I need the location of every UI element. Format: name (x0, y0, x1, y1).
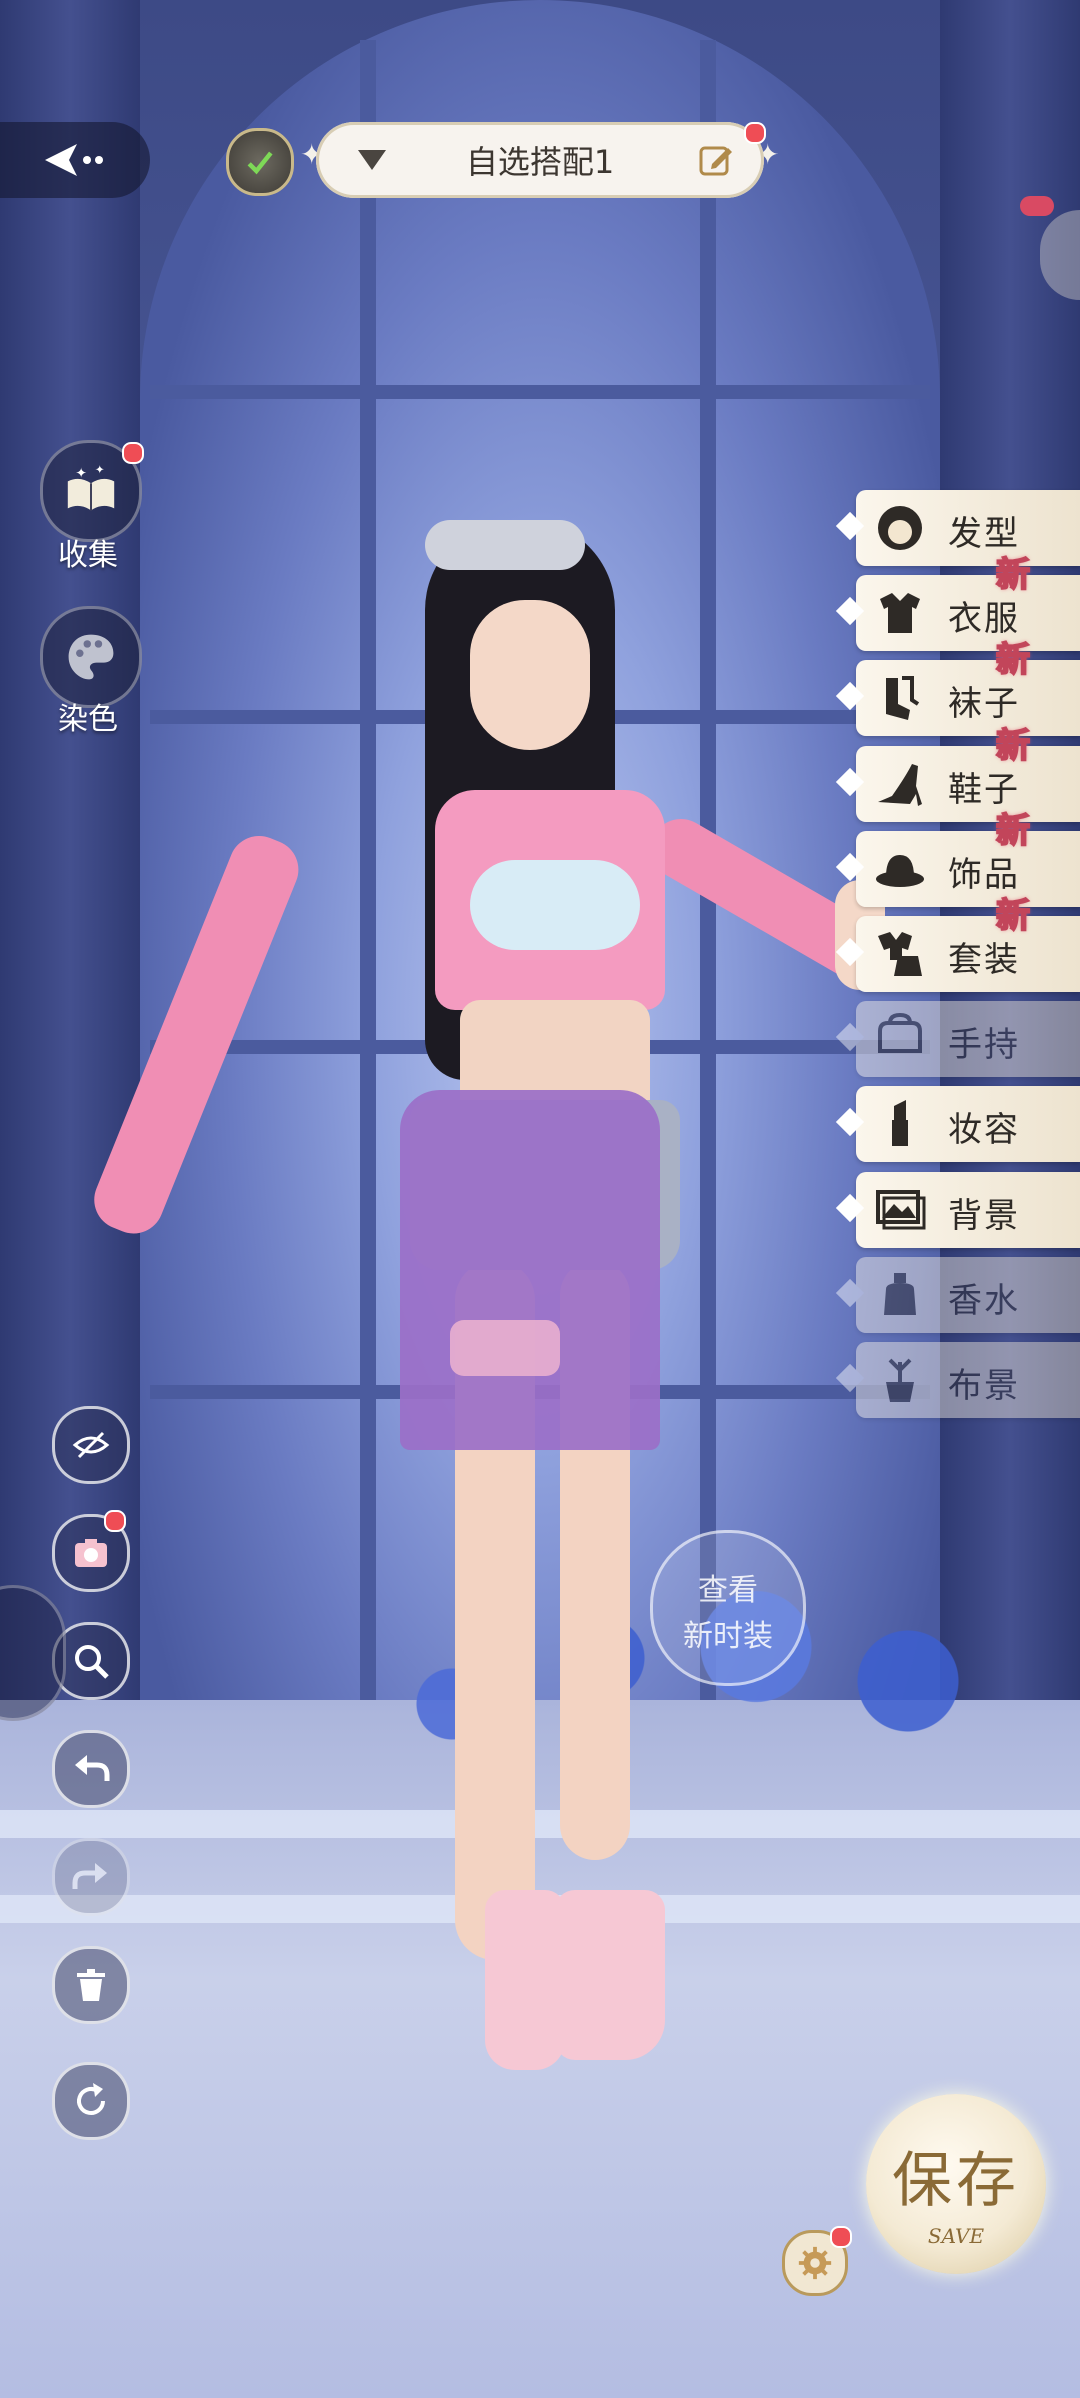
category-tab-accessory[interactable]: 饰品 (835, 831, 1080, 907)
notification-dot (744, 122, 766, 144)
search-icon (75, 1645, 109, 1679)
hair-icon (878, 506, 922, 550)
handheld-icon (878, 1012, 922, 1053)
gear-icon (798, 2246, 832, 2280)
category-tab-socks[interactable]: 袜子 (835, 660, 1080, 736)
category-label: 背景 (948, 1196, 1020, 1236)
save-sub-label: SAVE (927, 2224, 985, 2248)
hide-ui-button[interactable] (52, 1406, 130, 1484)
camera-icon (75, 1539, 107, 1567)
redo-button[interactable] (52, 1838, 130, 1916)
background-icon (876, 1190, 926, 1230)
view-badge-line2: 新时装 (683, 1619, 773, 1654)
new-badge: 新 (995, 810, 1031, 852)
lipstick-icon (892, 1100, 908, 1146)
scenery-icon (886, 1358, 914, 1402)
stage-step (0, 1810, 1080, 1838)
view-new-outfit-badge[interactable]: 查看 新时装 (650, 1530, 806, 1686)
outfit-name: 自选搭配1 (465, 143, 615, 181)
category-label: 布景 (948, 1366, 1020, 1406)
book-icon: ✦ ✦ (67, 463, 115, 511)
undo-button[interactable] (52, 1730, 130, 1808)
category-tab-lipstick[interactable]: 妆容 (835, 1086, 1080, 1162)
hanger-check-icon (247, 151, 273, 175)
category-label: 手持 (948, 1025, 1020, 1065)
save-button[interactable]: 保存 SAVE (866, 2094, 1046, 2274)
perfume-icon (884, 1273, 916, 1315)
refresh-icon (77, 2083, 105, 2115)
notification-dot (830, 2226, 852, 2248)
category-tab-handheld[interactable]: 手持 (835, 1001, 1080, 1077)
eye-off-icon (72, 1431, 110, 1459)
new-badge: 新 (995, 554, 1031, 596)
category-label: 套装 (948, 940, 1020, 980)
category-tab-set[interactable]: 套装 (835, 916, 1080, 992)
outfit-selector[interactable]: 自选搭配1 (316, 122, 764, 198)
trash-icon (77, 1969, 105, 2001)
category-tab-background[interactable]: 背景 (835, 1172, 1080, 1248)
socks-icon (886, 676, 920, 720)
character-face (470, 600, 590, 750)
view-badge-line1: 查看 (698, 1573, 758, 1608)
character-left-shoe (485, 1890, 565, 2070)
hair-bow (425, 520, 585, 570)
character-inner-top (470, 860, 640, 950)
category-label: 香水 (948, 1281, 1020, 1321)
svg-text:✦: ✦ (76, 465, 87, 481)
palette-icon (68, 634, 114, 680)
leg-sticker (450, 1320, 560, 1376)
collect-label: 收集 (58, 538, 118, 573)
redo-icon (72, 1863, 107, 1889)
category-tab-shoes[interactable]: 鞋子 (835, 746, 1080, 822)
new-badge: 新 (995, 725, 1031, 767)
dye-label: 染色 (58, 702, 118, 737)
category-tab-hair[interactable]: 发型 (835, 490, 1080, 566)
accessory-icon (876, 855, 924, 887)
new-badge: 新 (995, 639, 1031, 681)
new-badge: 新 (995, 895, 1031, 937)
svg-text:✦: ✦ (95, 463, 105, 477)
notification-dot (104, 1510, 126, 1532)
character-right-shoe (555, 1890, 665, 2060)
category-label: 妆容 (948, 1110, 1020, 1150)
notification-dot (122, 442, 144, 464)
reset-button[interactable] (52, 2062, 130, 2140)
shoes-icon (878, 764, 922, 806)
save-label: 保存 (892, 2146, 1020, 2216)
outfit-check-button[interactable] (226, 128, 294, 196)
undo-icon (75, 1755, 110, 1781)
category-tab-clothes[interactable]: 衣服 (835, 575, 1080, 651)
delete-button[interactable] (52, 1946, 130, 2024)
category-tab-scenery[interactable]: 布景 (835, 1342, 1080, 1418)
clothes-icon (880, 593, 920, 633)
category-tab-perfume[interactable]: 香水 (835, 1257, 1080, 1333)
back-button[interactable] (0, 122, 150, 198)
window-mullion (360, 40, 376, 1700)
dressup-screen: { "header": { "outfit_name": "自选搭配1" }, … (0, 0, 1080, 2398)
character-tied-jacket (400, 1090, 660, 1450)
dye-button[interactable] (40, 606, 142, 708)
set-icon (878, 932, 922, 976)
window-transom (150, 385, 930, 399)
back-arrow-icon (45, 144, 103, 176)
corner-indicator (1020, 196, 1054, 216)
edit-icon[interactable] (698, 142, 734, 178)
